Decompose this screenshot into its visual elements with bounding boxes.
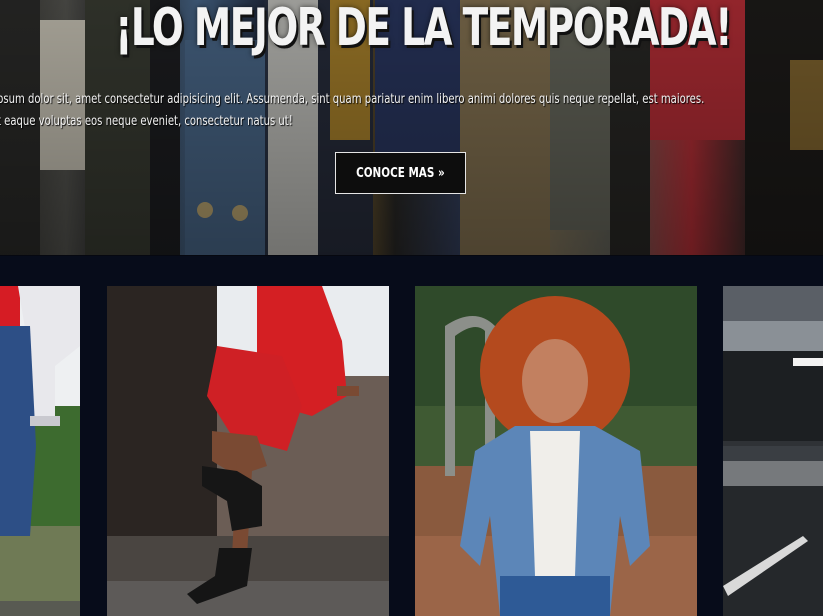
hero-title: ¡LO MEJOR DE LA TEMPORADA! xyxy=(115,0,732,58)
conoce-mas-label: CONOCE MAS » xyxy=(356,165,445,181)
gallery-card-1[interactable] xyxy=(0,286,80,616)
conoce-mas-button[interactable]: CONOCE MAS » xyxy=(335,152,466,194)
gallery-card-4[interactable] xyxy=(723,286,823,616)
model-curly-hair-denim-jacket-image xyxy=(415,286,697,616)
model-red-suit-black-boots-image xyxy=(107,286,389,616)
product-gallery xyxy=(0,256,823,616)
hero-banner: ¡LO MEJOR DE LA TEMPORADA! psum dolor si… xyxy=(0,0,823,256)
hero-text-line-1: psum dolor sit, amet consectetur adipisi… xyxy=(0,92,705,107)
gallery-card-3[interactable] xyxy=(415,286,697,616)
model-white-cardigan-jeans-image xyxy=(0,286,80,616)
gallery-card-2[interactable] xyxy=(107,286,389,616)
parking-garage-scene-image xyxy=(723,286,823,616)
hero-text-line-2: t eaque voluptas eos neque eveniet, cons… xyxy=(0,114,293,129)
